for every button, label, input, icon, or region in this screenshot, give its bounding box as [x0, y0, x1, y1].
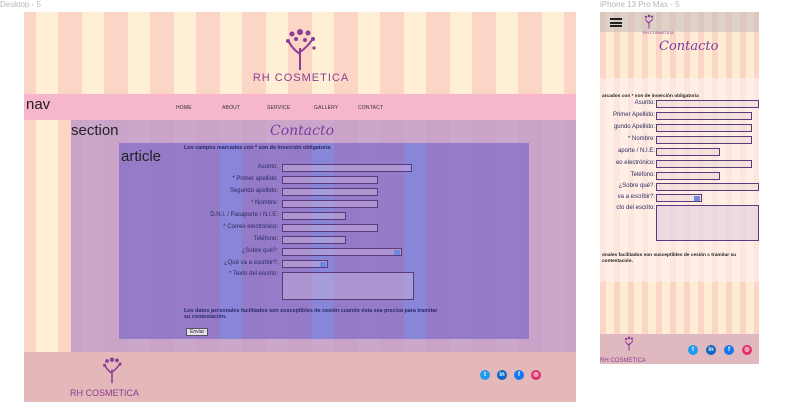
twitter-icon[interactable]: t [688, 345, 698, 355]
linkedin-icon[interactable]: in [497, 370, 507, 380]
phone-asunto-input[interactable] [656, 100, 759, 108]
phone-footer-logo-icon [624, 336, 634, 351]
design-canvas: Desktop - 5 iPhone 13 Pro Max - 5 RH COS… [0, 0, 797, 410]
phone-nombre-input[interactable] [656, 136, 752, 144]
primer-apellido-input[interactable] [282, 176, 378, 184]
phone-field-label: Teléfono: [630, 172, 655, 178]
desktop-frame[interactable]: RH COSMETICA nav HOME ABOUT SERVICE GALL… [24, 12, 576, 402]
phone-texto-textarea[interactable] [656, 205, 759, 241]
footer-brand-name: RH COSMETICA [70, 388, 140, 398]
segundo-apellido-input[interactable] [282, 188, 378, 196]
phone-field-label: gundo Apellido: [613, 124, 655, 130]
phone-footer-brand-name: RH COSMETICA [600, 358, 647, 364]
field-label-correo: * Correo electrónico: [223, 224, 278, 230]
phone-brand-name: RH COSMETICA [643, 30, 674, 35]
field-label-texto: * Texto del escrito: [229, 271, 278, 277]
phone-segundo-apellido-input[interactable] [656, 124, 752, 132]
chevron-down-icon [394, 250, 400, 255]
field-label-telefono: Teléfono: [253, 236, 278, 242]
sobre-que-select[interactable] [282, 248, 402, 256]
instagram-icon[interactable]: ◎ [531, 370, 541, 380]
twitter-icon[interactable]: t [480, 370, 490, 380]
nav-bar [24, 94, 576, 120]
phone-required-note: arcados con * son de inserción obligator… [602, 94, 699, 99]
nav-item-service[interactable]: SERVICE [267, 105, 290, 111]
phone-field-label: va a escribir?: [617, 194, 655, 200]
required-fields-note: Los campos marcados con * son de inserci… [184, 145, 331, 151]
nombre-input[interactable] [282, 200, 378, 208]
send-button[interactable]: Enviar [186, 328, 209, 336]
article-layout-label: article [121, 148, 162, 165]
chevron-down-icon [320, 262, 326, 267]
asunto-input[interactable] [282, 164, 412, 172]
phone-email-input[interactable] [656, 160, 752, 168]
phone-field-label: ¿Sobre qué?: [618, 183, 655, 189]
telefono-input[interactable] [282, 236, 346, 244]
phone-field-label: eo electrónico: [615, 160, 655, 166]
desktop-frame-label: Desktop - 5 [0, 0, 41, 9]
field-label-asunto: Asunto: [257, 164, 278, 170]
contact-title: Contacto [270, 123, 335, 139]
field-label-dni: D.N.I. / Pasaporte / N.I.E: [210, 212, 278, 218]
chevron-down-icon [694, 196, 700, 201]
phone-sobre-que-select[interactable] [656, 183, 759, 191]
facebook-icon[interactable]: f [724, 345, 734, 355]
privacy-note: Los datos personales facilitados son sus… [184, 308, 438, 320]
email-input[interactable] [282, 224, 378, 232]
field-label-que-escribir: ¿Qué va a escribir?: [223, 260, 278, 266]
field-label-nombre: * Nombre: [250, 200, 278, 206]
phone-frame[interactable]: RH COSMETICA Contacto arcados con * son … [600, 12, 759, 364]
instagram-icon[interactable]: ◎ [742, 345, 752, 355]
phone-form-area [600, 78, 759, 282]
phone-brand-logo-icon [644, 14, 654, 29]
phone-que-escribir-select[interactable] [656, 194, 702, 202]
field-label-primer-apellido: * Primer apellido: [232, 176, 278, 182]
brand-name: RH COSMETICA [252, 72, 350, 84]
brand-logo-icon [286, 29, 316, 70]
dni-input[interactable] [282, 212, 346, 220]
phone-contact-title: Contacto [659, 39, 719, 54]
phone-telefono-input[interactable] [656, 172, 720, 180]
texto-textarea[interactable] [282, 272, 414, 300]
que-escribir-select[interactable] [282, 260, 328, 268]
phone-field-label: Asunto: [634, 100, 655, 106]
phone-field-label: cto del escrito: [616, 205, 655, 211]
nav-item-contact[interactable]: CONTACT [358, 105, 383, 111]
phone-field-label: * Nombre: [627, 136, 655, 142]
phone-header [600, 12, 759, 32]
nav-layout-label: nav [26, 96, 51, 113]
field-label-segundo-apellido: Segundo apellido: [229, 188, 278, 194]
phone-frame-label: iPhone 13 Pro Max - 5 [600, 0, 680, 9]
field-label-sobre-que: ¿Sobre qué?: [241, 248, 278, 254]
section-layout-label: section [71, 122, 119, 139]
hamburger-menu-icon[interactable] [610, 18, 622, 27]
linkedin-icon[interactable]: in [706, 345, 716, 355]
phone-field-label: aporte / N.I.E: [617, 148, 655, 154]
nav-item-home[interactable]: HOME [176, 105, 192, 111]
phone-dni-input[interactable] [656, 148, 720, 156]
phone-primer-apellido-input[interactable] [656, 112, 752, 120]
footer-logo-icon [103, 357, 122, 384]
phone-field-label: Primer Apellido: [612, 112, 655, 118]
facebook-icon[interactable]: f [514, 370, 524, 380]
nav-item-gallery[interactable]: GALLERY [314, 105, 338, 111]
phone-privacy-note: onales facilitados son susceptibles de c… [602, 253, 737, 264]
nav-item-about[interactable]: ABOUT [222, 105, 240, 111]
